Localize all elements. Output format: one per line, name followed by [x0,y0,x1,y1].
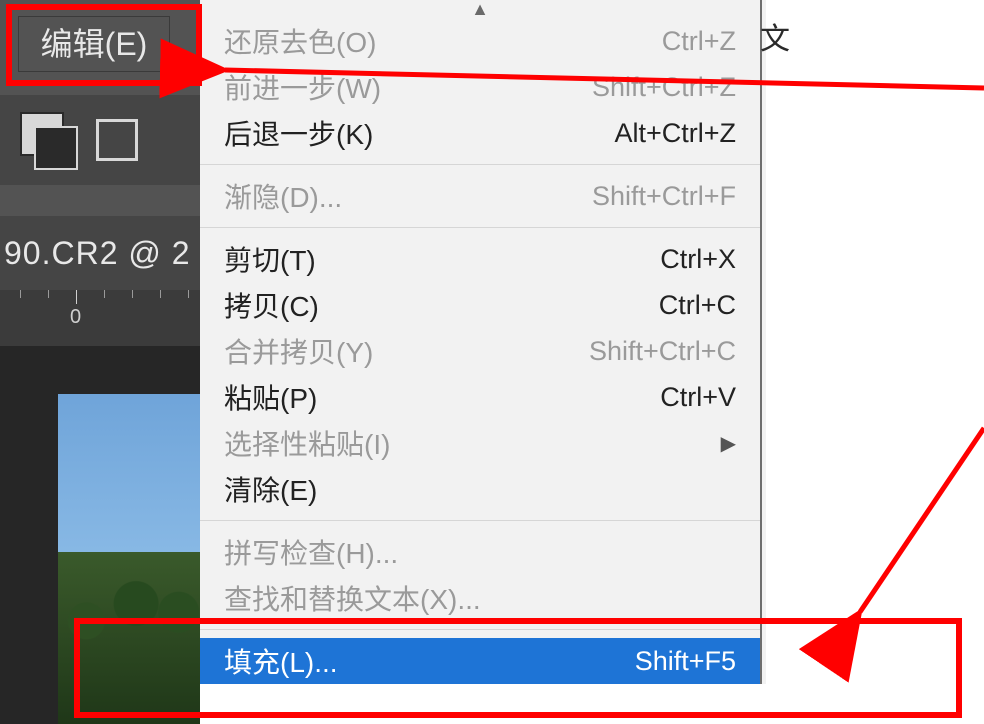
menu-item-paste-special[interactable]: 选择性粘贴(I) ▶ [200,420,760,466]
secondary-swatch-icon[interactable] [96,119,138,161]
menu-item-label: 合并拷贝(Y) [224,331,373,371]
menu-item-find-replace[interactable]: 查找和替换文本(X)... [200,575,760,621]
document-tab-title[interactable]: 90.CR2 @ 2 [0,216,200,290]
menu-item-paste[interactable]: 粘贴(P) Ctrl+V [200,374,760,420]
menu-item-label: 剪切(T) [224,239,316,279]
foreground-background-swatch-icon[interactable] [28,120,68,160]
menu-item-undo[interactable]: 还原去色(O) Ctrl+Z [200,18,760,64]
ruler-tick-label: 0 [70,306,81,329]
menu-item-shortcut: Alt+Ctrl+Z [614,118,736,149]
tool-options-row [0,95,200,185]
menu-item-cut[interactable]: 剪切(T) Ctrl+X [200,236,760,282]
menu-separator [200,164,760,165]
menu-item-label: 粘贴(P) [224,377,317,417]
menu-item-label: 前进一步(W) [224,67,381,107]
menu-item-shortcut: Shift+Ctrl+Z [592,72,736,103]
menu-separator [200,520,760,521]
menu-separator [200,227,760,228]
menu-item-label: 清除(E) [224,469,317,509]
edit-menu-dropdown: ▲ 还原去色(O) Ctrl+Z 前进一步(W) Shift+Ctrl+Z 后退… [200,0,762,684]
menu-item-copy[interactable]: 拷贝(C) Ctrl+C [200,282,760,328]
submenu-caret-icon: ▶ [721,431,736,456]
menu-item-label: 还原去色(O) [224,21,376,61]
menu-item-label: 拼写检查(H)... [224,532,398,572]
menu-item-shortcut: Shift+Ctrl+C [589,336,736,367]
menu-item-spell-check[interactable]: 拼写检查(H)... [200,529,760,575]
annotation-box-fill [74,618,962,718]
annotation-box-edit [6,4,202,86]
menu-item-label: 选择性粘贴(I) [224,423,390,463]
menu-item-shortcut: Ctrl+V [660,382,736,413]
menu-item-step-forward[interactable]: 前进一步(W) Shift+Ctrl+Z [200,64,760,110]
menu-item-label: 拷贝(C) [224,285,319,325]
menu-item-label: 后退一步(K) [224,113,373,153]
menu-item-clear[interactable]: 清除(E) [200,466,760,512]
menu-item-label: 渐隐(D)... [224,176,342,216]
horizontal-ruler: 0 [0,290,200,346]
menu-item-shortcut: Shift+Ctrl+F [592,181,736,212]
menu-item-copy-merged[interactable]: 合并拷贝(Y) Shift+Ctrl+C [200,328,760,374]
menu-item-step-backward[interactable]: 后退一步(K) Alt+Ctrl+Z [200,110,760,156]
menu-item-fade[interactable]: 渐隐(D)... Shift+Ctrl+F [200,173,760,219]
annotation-arrow-bottom [860,428,984,612]
partial-window-char: 文 [760,14,784,54]
menu-item-shortcut: Ctrl+C [659,290,736,321]
menu-item-shortcut: Ctrl+X [660,244,736,275]
menu-item-shortcut: Ctrl+Z [662,26,736,57]
menu-scroll-up-icon[interactable]: ▲ [200,0,760,18]
menu-item-label: 查找和替换文本(X)... [224,578,481,618]
